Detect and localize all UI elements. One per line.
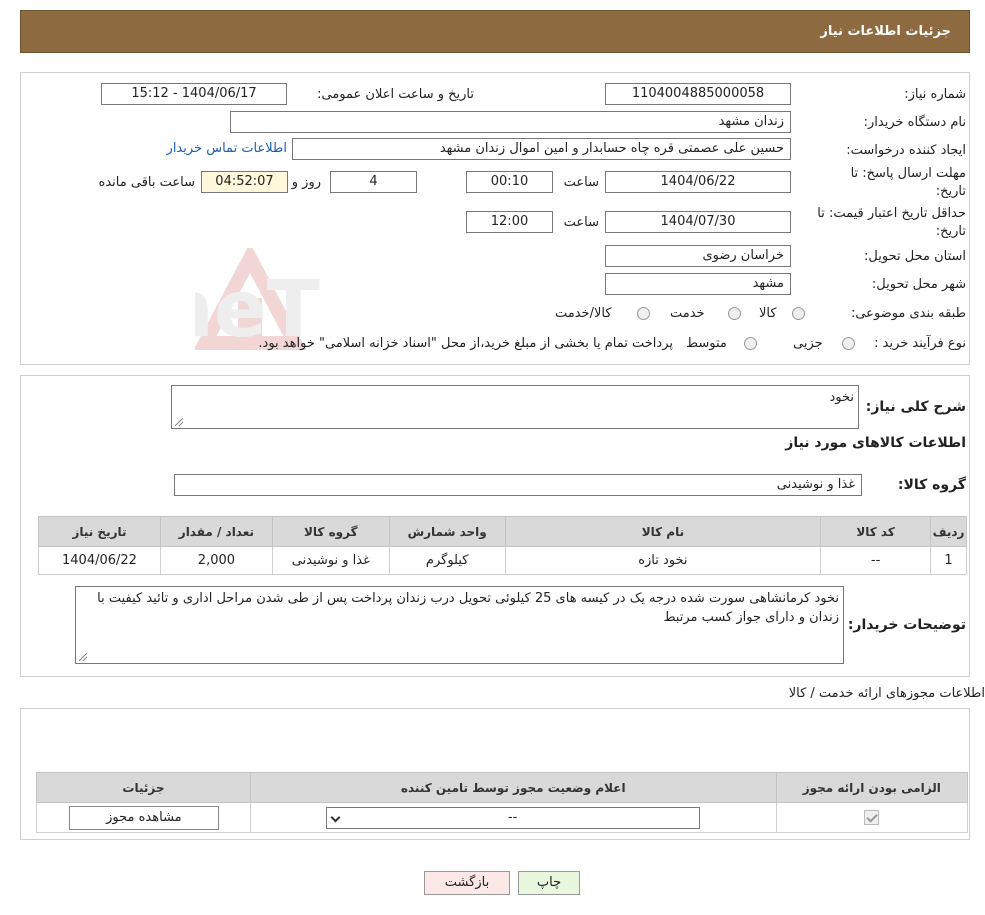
buyer-org-field: زندان مشهد bbox=[230, 111, 791, 133]
need-description-label: شرح کلی نیاز: bbox=[865, 399, 966, 415]
permit-status-select[interactable]: -- bbox=[325, 806, 700, 829]
deadline-label: مهلت ارسال پاسخ: تا bbox=[850, 166, 966, 181]
process-radio-medium[interactable] bbox=[744, 337, 757, 350]
chevron-down-icon bbox=[330, 812, 341, 822]
permits-title: اطلاعات مجوزهای ارائه خدمت / کالا bbox=[788, 686, 985, 701]
buyer-notes-value: نخود کرمانشاهی سورت شده درجه یک در کیسه … bbox=[97, 591, 839, 625]
deadline-label-date: تاریخ: bbox=[935, 184, 966, 199]
category-label: طبقه بندی موضوعی: bbox=[850, 306, 966, 321]
validity-label: حداقل تاریخ اعتبار قیمت: تا bbox=[817, 206, 966, 221]
buyer-notes-label: توضیحات خریدار: bbox=[847, 617, 966, 633]
page-header: جزئیات اطلاعات نیاز bbox=[20, 10, 970, 53]
province-label: استان محل تحویل: bbox=[864, 249, 966, 264]
col-quantity: تعداد / مقدار bbox=[159, 516, 273, 547]
requester-field: حسین علی عصمتی قره چاه حسابدار و امین ام… bbox=[292, 138, 791, 160]
col-item-group: گروه کالا bbox=[271, 516, 390, 547]
need-number-field: 1104004885000058 bbox=[605, 83, 791, 105]
category-radio-goods[interactable] bbox=[792, 307, 805, 320]
announce-datetime-field: 1404/06/17 - 15:12 bbox=[101, 83, 287, 105]
validity-date-field: 1404/07/30 bbox=[605, 211, 791, 233]
back-button[interactable]: بازگشت bbox=[424, 871, 510, 895]
buyer-contact-link[interactable]: اطلاعات تماس خریدار bbox=[167, 141, 287, 156]
col-item-code: کد کالا bbox=[820, 516, 932, 547]
cell-row-number: 1 bbox=[930, 546, 967, 575]
view-permit-button[interactable]: مشاهده مجوز bbox=[68, 805, 219, 830]
goods-section-title: اطلاعات کالاهای مورد نیاز bbox=[785, 435, 966, 451]
cell-quantity: 2,000 bbox=[159, 546, 273, 575]
permit-status-value: -- bbox=[507, 809, 518, 825]
validity-time-label: ساعت bbox=[563, 215, 599, 230]
goods-group-field: غذا و نوشیدنی bbox=[174, 474, 862, 496]
process-note: پرداخت تمام یا بخشی از مبلغ خرید،از محل … bbox=[258, 336, 673, 351]
process-radio-minor[interactable] bbox=[842, 337, 855, 350]
col-unit: واحد شمارش bbox=[388, 516, 506, 547]
validity-time-field: 12:00 bbox=[466, 211, 553, 233]
permits-table: الزامی بودن ارائه مجوز اعلام وضعیت مجوز … bbox=[36, 772, 969, 833]
validity-label-date: تاریخ: bbox=[935, 224, 966, 239]
buyer-org-label: نام دستگاه خریدار: bbox=[863, 115, 966, 130]
category-option-goods: کالا bbox=[759, 306, 777, 321]
col-row-number: ردیف bbox=[930, 516, 967, 547]
permits-table-header: الزامی بودن ارائه مجوز اعلام وضعیت مجوز … bbox=[36, 772, 969, 803]
print-button[interactable]: چاپ bbox=[518, 871, 580, 895]
col-permit-details: جزئیات bbox=[36, 772, 251, 803]
need-description-value: نخود bbox=[829, 390, 854, 405]
col-permit-required: الزامی بودن ارائه مجوز bbox=[775, 772, 969, 803]
process-option-medium: متوسط bbox=[686, 336, 727, 351]
buyer-notes-textarea[interactable]: نخود کرمانشاهی سورت شده درجه یک در کیسه … bbox=[75, 586, 844, 664]
remaining-days-field: 4 bbox=[330, 171, 417, 193]
category-radio-goods-service[interactable] bbox=[637, 307, 650, 320]
permit-required-checkbox[interactable] bbox=[864, 810, 880, 825]
table-row: -- مشاهده مجوز bbox=[36, 802, 969, 833]
cell-item-group: غذا و نوشیدنی bbox=[271, 546, 390, 575]
deadline-time-label: ساعت bbox=[563, 175, 599, 190]
cell-permit-status: -- bbox=[249, 802, 777, 833]
process-option-minor: جزیی bbox=[793, 336, 823, 351]
days-suffix-label: روز و bbox=[291, 175, 321, 190]
cell-item-code: -- bbox=[820, 546, 932, 575]
requester-label: ایجاد کننده درخواست: bbox=[846, 143, 966, 158]
need-number-label: شماره نیاز: bbox=[904, 87, 966, 102]
category-radio-service[interactable] bbox=[728, 307, 741, 320]
category-option-goods-service: کالا/خدمت bbox=[555, 306, 612, 321]
remaining-time-field: 04:52:07 bbox=[201, 171, 288, 193]
resize-grip-icon[interactable] bbox=[175, 418, 183, 426]
goods-table-header: ردیف کد کالا نام کالا واحد شمارش گروه کا… bbox=[38, 516, 967, 547]
cell-permit-details: مشاهده مجوز bbox=[36, 802, 251, 833]
process-label: نوع فرآیند خرید : bbox=[874, 336, 966, 351]
goods-group-label: گروه کالا: bbox=[897, 477, 966, 493]
resize-grip-icon[interactable] bbox=[79, 653, 87, 661]
cell-need-date: 1404/06/22 bbox=[38, 546, 161, 575]
province-field: خراسان رضوی bbox=[605, 245, 791, 267]
col-item-name: نام کالا bbox=[504, 516, 822, 547]
category-option-service: خدمت bbox=[670, 306, 705, 321]
remaining-time-label: ساعت باقی مانده bbox=[98, 175, 195, 190]
goods-table: ردیف کد کالا نام کالا واحد شمارش گروه کا… bbox=[38, 516, 967, 575]
city-field: مشهد bbox=[605, 273, 791, 295]
deadline-time-field: 00:10 bbox=[466, 171, 553, 193]
page-title: جزئیات اطلاعات نیاز bbox=[820, 24, 951, 39]
deadline-date-field: 1404/06/22 bbox=[605, 171, 791, 193]
table-row: 1 -- نخود تازه کیلوگرم غذا و نوشیدنی 2,0… bbox=[38, 546, 967, 575]
col-permit-status: اعلام وضعیت مجوز توسط تامین کننده bbox=[249, 772, 777, 803]
need-description-textarea[interactable]: نخود bbox=[171, 385, 859, 429]
cell-item-name: نخود تازه bbox=[504, 546, 822, 575]
announce-label: تاریخ و ساعت اعلان عمومی: bbox=[317, 87, 474, 102]
col-need-date: تاریخ نیاز bbox=[38, 516, 161, 547]
city-label: شهر محل تحویل: bbox=[871, 277, 966, 292]
cell-unit: کیلوگرم bbox=[388, 546, 506, 575]
cell-permit-required bbox=[775, 802, 969, 833]
